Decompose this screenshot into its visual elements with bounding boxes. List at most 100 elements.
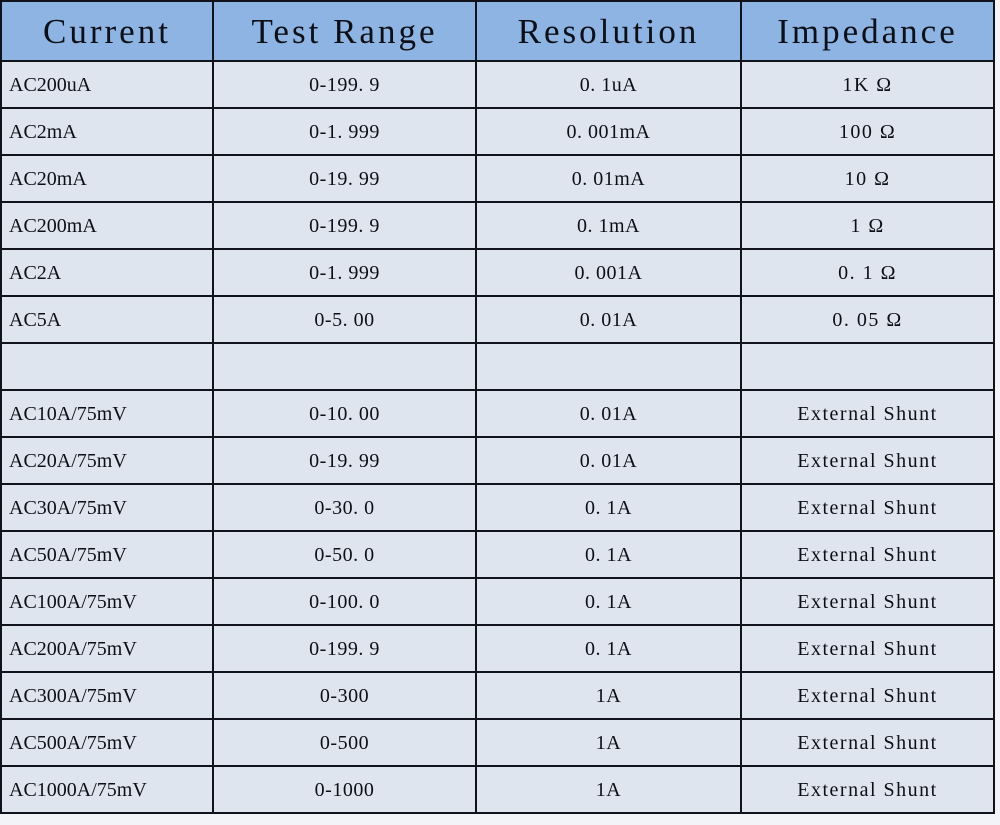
table-cell-resolution: 0. 001mA <box>475 107 742 156</box>
cell-text-resolution: 0. 1A <box>585 543 632 566</box>
table-spacer-cell-range <box>212 342 477 391</box>
table-cell-current: AC10A/75mV <box>0 389 214 438</box>
table-cell-impedance: 0. 05 Ω <box>740 295 995 344</box>
table-cell-impedance: External Shunt <box>740 624 995 673</box>
table-spacer-cell-resolution <box>475 342 742 391</box>
table-cell-impedance: External Shunt <box>740 577 995 626</box>
cell-text-resolution: 0. 1A <box>585 637 632 660</box>
table-cell-current: AC200uA <box>0 60 214 109</box>
cell-text-current: AC50A/75mV <box>9 543 127 566</box>
table-cell-range: 0-300 <box>212 671 477 720</box>
cell-text-impedance: External Shunt <box>797 778 938 801</box>
table-cell-resolution: 0. 001A <box>475 248 742 297</box>
cell-text-current: AC2A <box>9 261 62 284</box>
cell-text-resolution: 0. 01A <box>579 308 638 331</box>
cell-text-current: AC30A/75mV <box>9 496 127 519</box>
table-row: AC100A/75mV 0-100. 0 0. 1A External Shunt <box>0 577 995 626</box>
ac-current-range-table: Current Test Range Resolution Impedance … <box>0 0 995 814</box>
table-cell-current: AC20A/75mV <box>0 436 214 485</box>
column-header-test-range: Test Range <box>212 0 477 62</box>
table-cell-resolution: 1A <box>475 765 742 814</box>
table-row: AC2A 0-1. 999 0. 001A 0. 1 Ω <box>0 248 995 297</box>
cell-text-resolution: 0. 1mA <box>577 214 640 237</box>
table-cell-range: 0-199. 9 <box>212 201 477 250</box>
column-header-current: Current <box>0 0 214 62</box>
table-row: AC10A/75mV 0-10. 00 0. 01A External Shunt <box>0 389 995 438</box>
table-cell-current: AC500A/75mV <box>0 718 214 767</box>
table-cell-impedance: External Shunt <box>740 436 995 485</box>
cell-text-resolution: 0. 1A <box>585 590 632 613</box>
table-cell-current: AC2mA <box>0 107 214 156</box>
cell-text-resolution: 0. 01mA <box>571 167 646 190</box>
cell-text-resolution: 0. 001mA <box>566 120 651 143</box>
cell-text-resolution: 0. 1uA <box>579 73 638 96</box>
header-row: Current Test Range Resolution Impedance <box>0 0 995 62</box>
cell-text-current: AC500A/75mV <box>9 731 137 754</box>
table-cell-current: AC100A/75mV <box>0 577 214 626</box>
table-cell-range: 0-5. 00 <box>212 295 477 344</box>
cell-text-impedance: 10 Ω <box>844 167 891 190</box>
table-cell-range: 0-50. 0 <box>212 530 477 579</box>
cell-text-impedance: External Shunt <box>797 449 938 472</box>
table-body: AC200uA 0-199. 9 0. 1uA 1K Ω AC2mA 0-1. 999 0.… <box>0 60 995 814</box>
table-row: AC5A 0-5. 00 0. 01A 0. 05 Ω <box>0 295 995 344</box>
table-cell-impedance: 0. 1 Ω <box>740 248 995 297</box>
table-cell-current: AC30A/75mV <box>0 483 214 532</box>
cell-text-resolution: 1A <box>595 731 622 754</box>
cell-text-range: 0-1. 999 <box>309 261 380 284</box>
table-row: AC2mA 0-1. 999 0. 001mA 100 Ω <box>0 107 995 156</box>
table-row: AC20mA 0-19. 99 0. 01mA 10 Ω <box>0 154 995 203</box>
column-header-resolution: Resolution <box>475 0 742 62</box>
table-cell-impedance: 1K Ω <box>740 60 995 109</box>
cell-text-current: AC20mA <box>9 167 87 190</box>
table-cell-resolution: 0. 01A <box>475 436 742 485</box>
table-cell-range: 0-19. 99 <box>212 436 477 485</box>
table-cell-range: 0-1. 999 <box>212 107 477 156</box>
cell-text-range: 0-300 <box>319 684 370 707</box>
cell-text-impedance: External Shunt <box>797 590 938 613</box>
table-cell-impedance: External Shunt <box>740 483 995 532</box>
cell-text-current: AC300A/75mV <box>9 684 137 707</box>
cell-text-impedance: 100 Ω <box>838 120 897 143</box>
cell-text-current: AC2mA <box>9 120 77 143</box>
table-cell-current: AC200A/75mV <box>0 624 214 673</box>
column-header-impedance: Impedance <box>740 0 995 62</box>
cell-text-range: 0-199. 9 <box>309 73 380 96</box>
cell-text-range: 0-199. 9 <box>309 214 380 237</box>
table-spacer-cell-current <box>0 342 214 391</box>
cell-text-range: 0-50. 0 <box>314 543 375 566</box>
cell-text-current: AC5A <box>9 308 62 331</box>
cell-text-impedance: External Shunt <box>797 496 938 519</box>
table-row: AC30A/75mV 0-30. 0 0. 1A External Shunt <box>0 483 995 532</box>
table-cell-current: AC5A <box>0 295 214 344</box>
cell-text-range: 0-199. 9 <box>309 637 380 660</box>
table-row: AC50A/75mV 0-50. 0 0. 1A External Shunt <box>0 530 995 579</box>
table-cell-resolution: 0. 01A <box>475 389 742 438</box>
cell-text-current: AC20A/75mV <box>9 449 127 472</box>
table-row: AC200uA 0-199. 9 0. 1uA 1K Ω <box>0 60 995 109</box>
table-cell-range: 0-10. 00 <box>212 389 477 438</box>
cell-text-current: AC1000A/75mV <box>9 778 147 801</box>
table-cell-resolution: 1A <box>475 718 742 767</box>
cell-text-impedance: 1K Ω <box>842 73 893 96</box>
cell-text-current: AC200uA <box>9 73 92 96</box>
cell-text-impedance: 0. 1 Ω <box>838 261 897 284</box>
table-cell-resolution: 0. 1A <box>475 624 742 673</box>
table-cell-impedance: External Shunt <box>740 765 995 814</box>
cell-text-resolution: 0. 001A <box>574 261 643 284</box>
cell-text-range: 0-19. 99 <box>309 167 380 190</box>
table-cell-current: AC1000A/75mV <box>0 765 214 814</box>
table-cell-resolution: 0. 1A <box>475 483 742 532</box>
table-cell-range: 0-199. 9 <box>212 624 477 673</box>
cell-text-current: AC10A/75mV <box>9 402 127 425</box>
table-cell-range: 0-1000 <box>212 765 477 814</box>
table-cell-resolution: 0. 1A <box>475 577 742 626</box>
cell-text-resolution: 1A <box>595 684 622 707</box>
cell-text-range: 0-500 <box>319 731 370 754</box>
cell-text-impedance: 1 Ω <box>850 214 885 237</box>
cell-text-current: AC100A/75mV <box>9 590 137 613</box>
table-cell-resolution: 0. 01A <box>475 295 742 344</box>
table-cell-resolution: 0. 1mA <box>475 201 742 250</box>
cell-text-range: 0-100. 0 <box>309 590 380 613</box>
cell-text-range: 0-10. 00 <box>309 402 380 425</box>
